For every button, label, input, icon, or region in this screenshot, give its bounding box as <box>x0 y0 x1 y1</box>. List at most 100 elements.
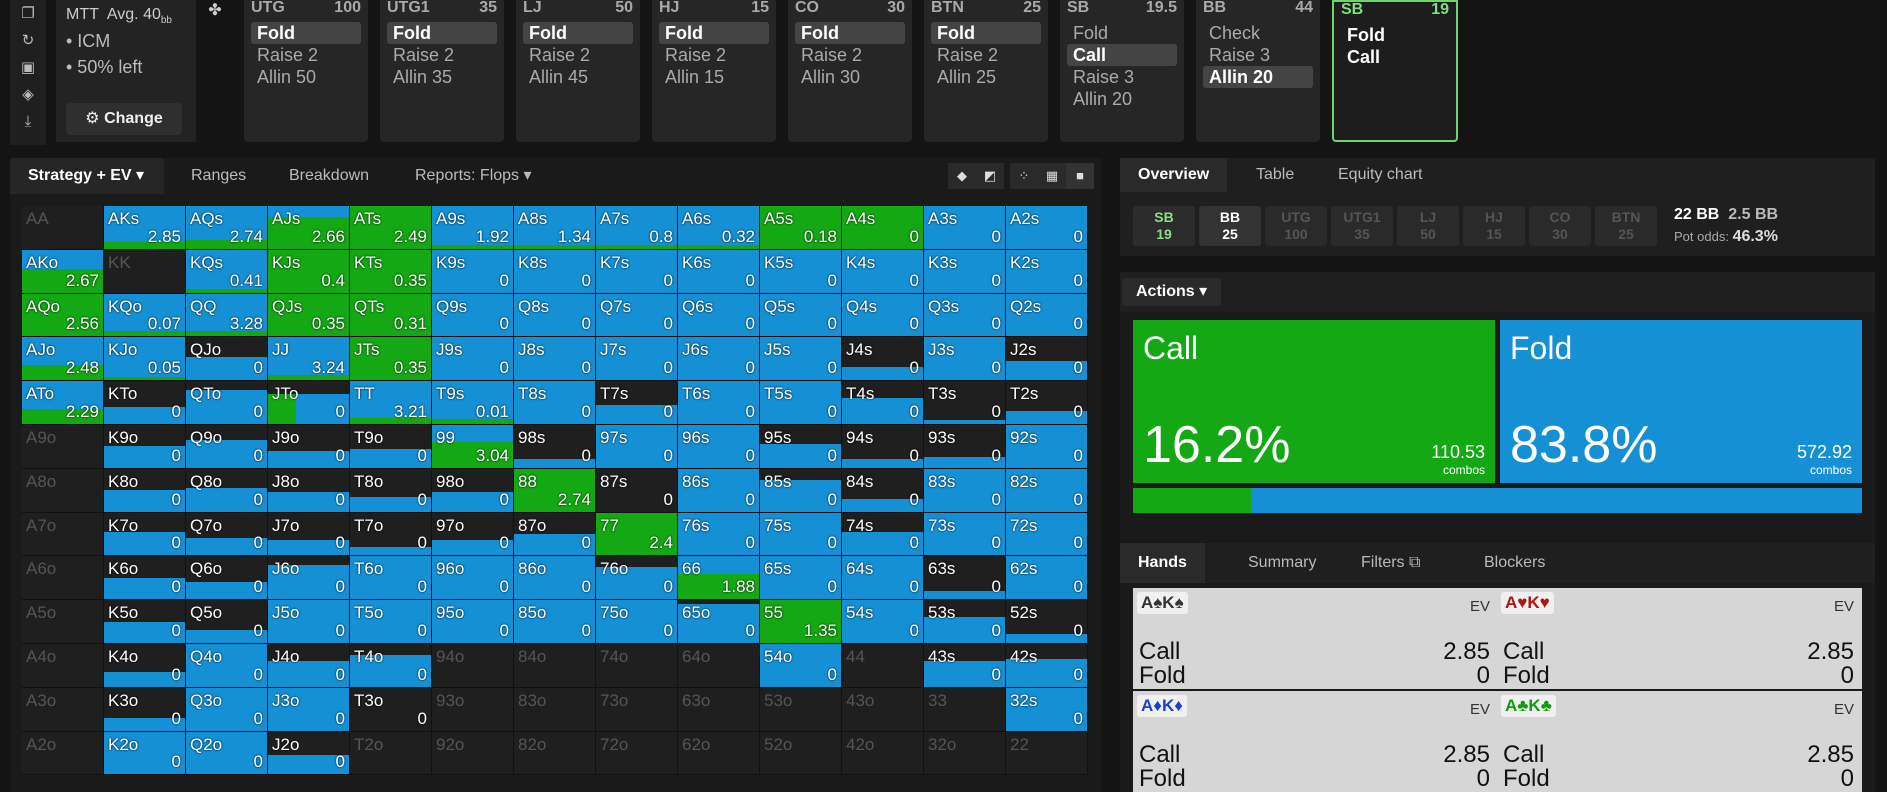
hand-cell-k3o[interactable]: K3o 0 <box>104 687 186 732</box>
hand-cell-aqo[interactable]: AQo 2.56 <box>22 293 104 338</box>
hand-cell-q7s[interactable]: Q7s 0 <box>596 293 678 338</box>
hand-cell-52s[interactable]: 52s 0 <box>1006 600 1088 644</box>
hand-cell-a9o[interactable]: A9o <box>22 425 104 469</box>
hand-cell-43s[interactable]: 43s 0 <box>924 644 1006 688</box>
hand-cell-kqs[interactable]: KQs 0.41 <box>186 249 268 294</box>
position-action[interactable]: Raise 2 <box>795 44 905 66</box>
hand-cell-k8o[interactable]: K8o 0 <box>104 468 186 513</box>
hand-cell-q5s[interactable]: Q5s 0 <box>760 293 842 338</box>
hand-cell-t4s[interactable]: T4s 0 <box>842 381 924 425</box>
position-action[interactable]: Fold <box>795 22 905 44</box>
chip-co[interactable]: CO 30 <box>1529 206 1591 246</box>
hand-cell-t9o[interactable]: T9o 0 <box>350 425 432 469</box>
tab-overview[interactable]: Overview <box>1120 158 1228 192</box>
hand-cell-q3o[interactable]: Q3o 0 <box>186 687 268 732</box>
hand-cell-87s[interactable]: 87s 0 <box>596 468 678 513</box>
hand-cell-64o[interactable]: 64o <box>678 644 760 688</box>
position-action[interactable]: Raise 2 <box>931 44 1041 66</box>
position-action[interactable]: Fold <box>659 22 769 44</box>
hand-cell-55[interactable]: 55 1.35 <box>760 600 842 644</box>
tab-breakdown[interactable]: Breakdown <box>271 158 387 194</box>
position-action[interactable]: Fold <box>387 22 497 44</box>
position-action[interactable]: Raise 2 <box>251 44 361 66</box>
hand-cell-85o[interactable]: 85o 0 <box>514 600 596 644</box>
chip-btn[interactable]: BTN 25 <box>1595 206 1657 246</box>
hand-cell-42o[interactable]: 42o <box>842 731 924 776</box>
hand-cell-q6s[interactable]: Q6s 0 <box>678 293 760 338</box>
hand-cell-94s[interactable]: 94s 0 <box>842 425 924 469</box>
position-action[interactable]: Raise 2 <box>659 44 769 66</box>
position-utg1-1[interactable]: UTG1 35 Fold Raise 2 Allin 35 <box>380 0 504 142</box>
hand-cell-t8s[interactable]: T8s 0 <box>514 381 596 425</box>
hand-cell-kts[interactable]: KTs 0.35 <box>350 249 432 294</box>
fold-summary-box[interactable]: Fold 83.8% 572.92 combos <box>1500 320 1862 483</box>
position-action[interactable]: Fold <box>1067 22 1177 44</box>
hand-cell-97o[interactable]: 97o 0 <box>432 512 514 557</box>
hand-cell-93s[interactable]: 93s 0 <box>924 425 1006 469</box>
hand-cell-t4o[interactable]: T4o 0 <box>350 644 432 688</box>
tab-strategy-ev[interactable]: Strategy + EV ▾ <box>10 158 164 194</box>
hand-cell-a6o[interactable]: A6o <box>22 556 104 601</box>
hand-cell-a4o[interactable]: A4o <box>22 644 104 688</box>
hand-cell-72s[interactable]: 72s 0 <box>1006 512 1088 557</box>
position-action[interactable]: Raise 2 <box>387 44 497 66</box>
hand-cell-q9s[interactable]: Q9s 0 <box>432 293 514 338</box>
hand-cell-84o[interactable]: 84o <box>514 644 596 688</box>
hand-cell-95o[interactable]: 95o 0 <box>432 600 514 644</box>
hand-cell-75s[interactable]: 75s 0 <box>760 512 842 557</box>
tab-filters[interactable]: Filters ⧉ <box>1343 543 1438 583</box>
hand-cell-kto[interactable]: KTo 0 <box>104 381 186 425</box>
hand-cell-q9o[interactable]: Q9o 0 <box>186 425 268 469</box>
share-icon[interactable]: ✤ <box>200 0 230 30</box>
hand-cell-q4s[interactable]: Q4s 0 <box>842 293 924 338</box>
position-action[interactable]: Fold <box>523 22 633 44</box>
hand-cell-84s[interactable]: 84s 0 <box>842 468 924 513</box>
hand-cell-kjo[interactable]: KJo 0.05 <box>104 337 186 382</box>
hand-cell-aqs[interactable]: AQs 2.74 <box>186 206 268 250</box>
position-action[interactable]: Call <box>1067 44 1177 66</box>
hand-cell-a9s[interactable]: A9s 1.92 <box>432 206 514 250</box>
position-action[interactable]: Allin 25 <box>931 66 1041 88</box>
hand-cell-32s[interactable]: 32s 0 <box>1006 687 1088 732</box>
view-mode-4-icon[interactable]: ▦ <box>1038 163 1066 189</box>
hand-cell-t5s[interactable]: T5s 0 <box>760 381 842 425</box>
hand-cell-k4o[interactable]: K4o 0 <box>104 644 186 688</box>
call-summary-box[interactable]: Call 16.2% 110.53 combos <box>1133 320 1495 483</box>
hand-cell-87o[interactable]: 87o 0 <box>514 512 596 557</box>
chip-utg1[interactable]: UTG1 35 <box>1331 206 1393 246</box>
hand-cell-ako[interactable]: AKo 2.67 <box>22 249 104 294</box>
hand-cell-aa[interactable]: AA <box>22 206 104 250</box>
hand-cell-kjs[interactable]: KJs 0.4 <box>268 249 350 294</box>
position-action[interactable]: Allin 20 <box>1203 66 1313 88</box>
position-action[interactable]: Check <box>1203 22 1313 44</box>
hand-cell-a2o[interactable]: A2o <box>22 731 104 776</box>
hand-cell-j3s[interactable]: J3s 0 <box>924 337 1006 382</box>
tab-reports-flops[interactable]: Reports: Flops ▾ <box>397 158 550 194</box>
hand-cell-j7s[interactable]: J7s 0 <box>596 337 678 382</box>
hand-cell-65s[interactable]: 65s 0 <box>760 556 842 601</box>
hand-cell-j4o[interactable]: J4o 0 <box>268 644 350 688</box>
hand-cell-77[interactable]: 77 2.4 <box>596 512 678 557</box>
hand-cell-j4s[interactable]: J4s 0 <box>842 337 924 382</box>
hand-cell-ato[interactable]: ATo 2.29 <box>22 381 104 425</box>
chip-lj[interactable]: LJ 50 <box>1397 206 1459 246</box>
hand-cell-k2o[interactable]: K2o 0 <box>104 731 186 776</box>
hand-cell-a8s[interactable]: A8s 1.34 <box>514 206 596 250</box>
hand-cell-q7o[interactable]: Q7o 0 <box>186 512 268 557</box>
hand-cell-94o[interactable]: 94o <box>432 644 514 688</box>
hand-cell-k9s[interactable]: K9s 0 <box>432 249 514 294</box>
position-co-4[interactable]: CO 30 Fold Raise 2 Allin 30 <box>788 0 912 142</box>
hand-cell-t7s[interactable]: T7s 0 <box>596 381 678 425</box>
hand-cell-74o[interactable]: 74o <box>596 644 678 688</box>
hand-cell-t6s[interactable]: T6s 0 <box>678 381 760 425</box>
hand-cell-jto[interactable]: JTo 0 <box>268 381 350 425</box>
hand-cell-k5s[interactable]: K5s 0 <box>760 249 842 294</box>
hand-cell-86s[interactable]: 86s 0 <box>678 468 760 513</box>
hand-cell-44[interactable]: 44 <box>842 644 924 688</box>
position-btn-5[interactable]: BTN 25 Fold Raise 2 Allin 25 <box>924 0 1048 142</box>
hand-cell-43o[interactable]: 43o <box>842 687 924 732</box>
hand-cell-73o[interactable]: 73o <box>596 687 678 732</box>
hand-cell-jts[interactable]: JTs 0.35 <box>350 337 432 382</box>
chip-bb[interactable]: BB 25 <box>1199 206 1261 246</box>
collapse-icon[interactable]: ⤓ <box>10 108 46 135</box>
